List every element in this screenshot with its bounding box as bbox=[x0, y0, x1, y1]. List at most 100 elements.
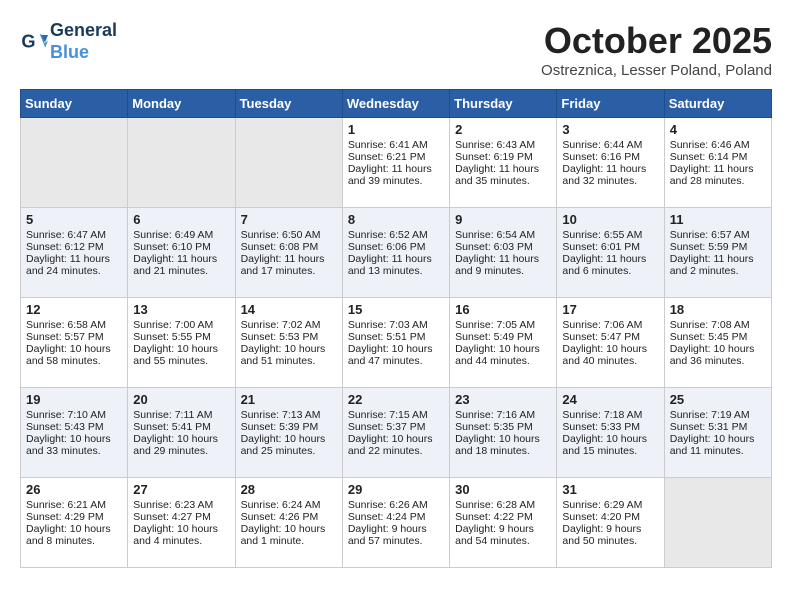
sunset-text: Sunset: 5:35 PM bbox=[455, 421, 551, 433]
daylight-text: Daylight: 10 hours and 55 minutes. bbox=[133, 343, 229, 367]
sunset-text: Sunset: 5:59 PM bbox=[670, 241, 766, 253]
sunrise-text: Sunrise: 7:11 AM bbox=[133, 409, 229, 421]
table-row bbox=[21, 118, 128, 208]
sunrise-text: Sunrise: 6:26 AM bbox=[348, 499, 444, 511]
sunset-text: Sunset: 6:14 PM bbox=[670, 151, 766, 163]
daylight-text: Daylight: 11 hours and 28 minutes. bbox=[670, 163, 766, 187]
col-tuesday: Tuesday bbox=[235, 90, 342, 118]
table-row: 1Sunrise: 6:41 AMSunset: 6:21 PMDaylight… bbox=[342, 118, 449, 208]
table-row: 24Sunrise: 7:18 AMSunset: 5:33 PMDayligh… bbox=[557, 388, 664, 478]
table-row: 23Sunrise: 7:16 AMSunset: 5:35 PMDayligh… bbox=[450, 388, 557, 478]
sunrise-text: Sunrise: 7:19 AM bbox=[670, 409, 766, 421]
table-row: 10Sunrise: 6:55 AMSunset: 6:01 PMDayligh… bbox=[557, 208, 664, 298]
sunset-text: Sunset: 5:47 PM bbox=[562, 331, 658, 343]
day-number: 9 bbox=[455, 212, 551, 227]
day-number: 1 bbox=[348, 122, 444, 137]
sunset-text: Sunset: 6:03 PM bbox=[455, 241, 551, 253]
sunset-text: Sunset: 5:37 PM bbox=[348, 421, 444, 433]
day-number: 19 bbox=[26, 392, 122, 407]
table-row: 15Sunrise: 7:03 AMSunset: 5:51 PMDayligh… bbox=[342, 298, 449, 388]
table-row: 20Sunrise: 7:11 AMSunset: 5:41 PMDayligh… bbox=[128, 388, 235, 478]
table-row: 16Sunrise: 7:05 AMSunset: 5:49 PMDayligh… bbox=[450, 298, 557, 388]
sunset-text: Sunset: 6:01 PM bbox=[562, 241, 658, 253]
table-row: 27Sunrise: 6:23 AMSunset: 4:27 PMDayligh… bbox=[128, 478, 235, 568]
sunset-text: Sunset: 4:22 PM bbox=[455, 511, 551, 523]
daylight-text: Daylight: 10 hours and 18 minutes. bbox=[455, 433, 551, 457]
day-number: 25 bbox=[670, 392, 766, 407]
sunrise-text: Sunrise: 6:44 AM bbox=[562, 139, 658, 151]
daylight-text: Daylight: 10 hours and 11 minutes. bbox=[670, 433, 766, 457]
sunset-text: Sunset: 6:08 PM bbox=[241, 241, 337, 253]
sunset-text: Sunset: 5:55 PM bbox=[133, 331, 229, 343]
day-number: 30 bbox=[455, 482, 551, 497]
sunset-text: Sunset: 4:24 PM bbox=[348, 511, 444, 523]
day-number: 15 bbox=[348, 302, 444, 317]
day-number: 21 bbox=[241, 392, 337, 407]
daylight-text: Daylight: 11 hours and 35 minutes. bbox=[455, 163, 551, 187]
table-row: 12Sunrise: 6:58 AMSunset: 5:57 PMDayligh… bbox=[21, 298, 128, 388]
sunrise-text: Sunrise: 6:29 AM bbox=[562, 499, 658, 511]
sunrise-text: Sunrise: 6:47 AM bbox=[26, 229, 122, 241]
day-number: 10 bbox=[562, 212, 658, 227]
logo-line2: Blue bbox=[50, 42, 89, 62]
week-row-1: 1Sunrise: 6:41 AMSunset: 6:21 PMDaylight… bbox=[21, 118, 772, 208]
logo-line1: General bbox=[50, 20, 117, 40]
table-row: 17Sunrise: 7:06 AMSunset: 5:47 PMDayligh… bbox=[557, 298, 664, 388]
table-row: 22Sunrise: 7:15 AMSunset: 5:37 PMDayligh… bbox=[342, 388, 449, 478]
sunrise-text: Sunrise: 6:28 AM bbox=[455, 499, 551, 511]
sunset-text: Sunset: 5:33 PM bbox=[562, 421, 658, 433]
daylight-text: Daylight: 10 hours and 15 minutes. bbox=[562, 433, 658, 457]
day-number: 7 bbox=[241, 212, 337, 227]
location-subtitle: Ostreznica, Lesser Poland, Poland bbox=[541, 62, 772, 79]
table-row: 3Sunrise: 6:44 AMSunset: 6:16 PMDaylight… bbox=[557, 118, 664, 208]
sunrise-text: Sunrise: 6:54 AM bbox=[455, 229, 551, 241]
sunrise-text: Sunrise: 7:16 AM bbox=[455, 409, 551, 421]
sunset-text: Sunset: 6:16 PM bbox=[562, 151, 658, 163]
sunrise-text: Sunrise: 7:05 AM bbox=[455, 319, 551, 331]
sunrise-text: Sunrise: 6:50 AM bbox=[241, 229, 337, 241]
sunrise-text: Sunrise: 6:46 AM bbox=[670, 139, 766, 151]
week-row-2: 5Sunrise: 6:47 AMSunset: 6:12 PMDaylight… bbox=[21, 208, 772, 298]
daylight-text: Daylight: 10 hours and 8 minutes. bbox=[26, 523, 122, 547]
day-number: 26 bbox=[26, 482, 122, 497]
day-number: 13 bbox=[133, 302, 229, 317]
table-row: 14Sunrise: 7:02 AMSunset: 5:53 PMDayligh… bbox=[235, 298, 342, 388]
week-row-3: 12Sunrise: 6:58 AMSunset: 5:57 PMDayligh… bbox=[21, 298, 772, 388]
day-number: 8 bbox=[348, 212, 444, 227]
sunset-text: Sunset: 5:41 PM bbox=[133, 421, 229, 433]
sunset-text: Sunset: 5:57 PM bbox=[26, 331, 122, 343]
sunset-text: Sunset: 5:53 PM bbox=[241, 331, 337, 343]
sunrise-text: Sunrise: 7:10 AM bbox=[26, 409, 122, 421]
table-row bbox=[128, 118, 235, 208]
day-number: 5 bbox=[26, 212, 122, 227]
month-title: October 2025 bbox=[541, 20, 772, 62]
daylight-text: Daylight: 9 hours and 57 minutes. bbox=[348, 523, 444, 547]
table-row: 21Sunrise: 7:13 AMSunset: 5:39 PMDayligh… bbox=[235, 388, 342, 478]
daylight-text: Daylight: 11 hours and 17 minutes. bbox=[241, 253, 337, 277]
sunrise-text: Sunrise: 6:58 AM bbox=[26, 319, 122, 331]
page-header: G General Blue October 2025 Ostreznica, … bbox=[20, 20, 772, 79]
sunrise-text: Sunrise: 7:18 AM bbox=[562, 409, 658, 421]
sunrise-text: Sunrise: 7:03 AM bbox=[348, 319, 444, 331]
day-number: 14 bbox=[241, 302, 337, 317]
sunrise-text: Sunrise: 7:00 AM bbox=[133, 319, 229, 331]
sunset-text: Sunset: 6:06 PM bbox=[348, 241, 444, 253]
day-number: 20 bbox=[133, 392, 229, 407]
logo-text: General Blue bbox=[50, 20, 117, 63]
logo: G General Blue bbox=[20, 20, 117, 63]
day-number: 17 bbox=[562, 302, 658, 317]
sunset-text: Sunset: 4:26 PM bbox=[241, 511, 337, 523]
daylight-text: Daylight: 10 hours and 47 minutes. bbox=[348, 343, 444, 367]
title-block: October 2025 Ostreznica, Lesser Poland, … bbox=[541, 20, 772, 79]
daylight-text: Daylight: 10 hours and 4 minutes. bbox=[133, 523, 229, 547]
table-row: 31Sunrise: 6:29 AMSunset: 4:20 PMDayligh… bbox=[557, 478, 664, 568]
sunrise-text: Sunrise: 7:08 AM bbox=[670, 319, 766, 331]
sunset-text: Sunset: 5:43 PM bbox=[26, 421, 122, 433]
daylight-text: Daylight: 10 hours and 40 minutes. bbox=[562, 343, 658, 367]
day-number: 27 bbox=[133, 482, 229, 497]
daylight-text: Daylight: 10 hours and 33 minutes. bbox=[26, 433, 122, 457]
daylight-text: Daylight: 11 hours and 24 minutes. bbox=[26, 253, 122, 277]
table-row: 18Sunrise: 7:08 AMSunset: 5:45 PMDayligh… bbox=[664, 298, 771, 388]
day-number: 4 bbox=[670, 122, 766, 137]
sunset-text: Sunset: 4:29 PM bbox=[26, 511, 122, 523]
